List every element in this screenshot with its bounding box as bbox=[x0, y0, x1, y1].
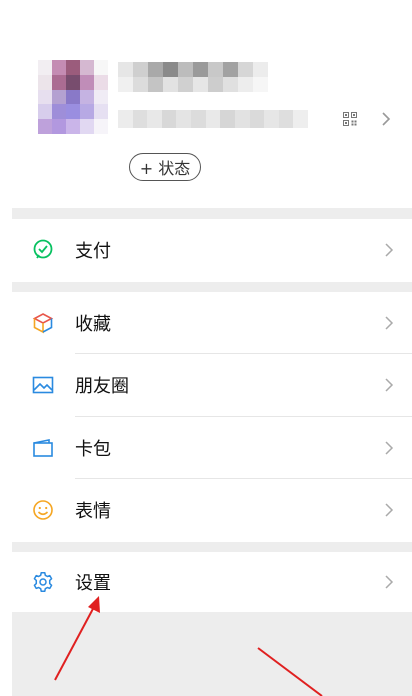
menu-item-card[interactable]: 卡包 bbox=[12, 417, 412, 479]
menu-group-main: 收藏 朋友圈 卡包 表情 bbox=[12, 291, 412, 542]
menu-item-label: 表情 bbox=[75, 501, 111, 523]
gear-icon bbox=[33, 572, 53, 592]
profile-name-blurred bbox=[118, 62, 268, 92]
menu-item-label: 朋友圈 bbox=[75, 376, 129, 398]
chevron-right-icon bbox=[385, 503, 394, 517]
avatar[interactable] bbox=[38, 60, 108, 134]
chevron-right-icon bbox=[385, 316, 394, 330]
menu-item-label: 收藏 bbox=[75, 313, 111, 335]
wechat-pay-icon bbox=[33, 239, 53, 259]
chevron-right-icon bbox=[385, 243, 394, 257]
menu-item-pay[interactable]: 支付 bbox=[12, 219, 412, 282]
wechat-id-blurred bbox=[118, 110, 308, 128]
section-divider bbox=[12, 541, 412, 552]
qr-code-icon[interactable] bbox=[343, 112, 357, 126]
photo-icon bbox=[32, 376, 54, 394]
section-divider bbox=[12, 208, 412, 219]
chevron-right-icon bbox=[385, 378, 394, 392]
menu-item-settings[interactable]: 设置 bbox=[12, 552, 412, 613]
section-divider bbox=[12, 281, 412, 292]
menu-item-label: 支付 bbox=[75, 241, 111, 263]
chevron-right-icon[interactable] bbox=[380, 110, 392, 128]
menu-item-stickers[interactable]: 表情 bbox=[12, 479, 412, 542]
wallet-icon bbox=[33, 438, 53, 457]
menu-item-favorites[interactable]: 收藏 bbox=[12, 292, 412, 354]
menu-group-pay: 支付 bbox=[12, 219, 412, 282]
menu-item-moments[interactable]: 朋友圈 bbox=[12, 354, 412, 417]
smile-icon bbox=[33, 500, 53, 521]
add-status-label: + 状态 bbox=[139, 159, 191, 178]
menu-item-label: 设置 bbox=[75, 573, 111, 594]
chevron-right-icon bbox=[385, 441, 394, 455]
cube-icon bbox=[32, 312, 54, 334]
menu-item-label: 卡包 bbox=[75, 438, 111, 460]
menu-group-settings: 设置 bbox=[12, 551, 412, 613]
profile-header[interactable]: + 状态 bbox=[0, 0, 412, 208]
add-status-button[interactable]: + 状态 bbox=[129, 153, 201, 181]
chevron-right-icon bbox=[385, 575, 394, 589]
bottom-background bbox=[12, 612, 412, 696]
